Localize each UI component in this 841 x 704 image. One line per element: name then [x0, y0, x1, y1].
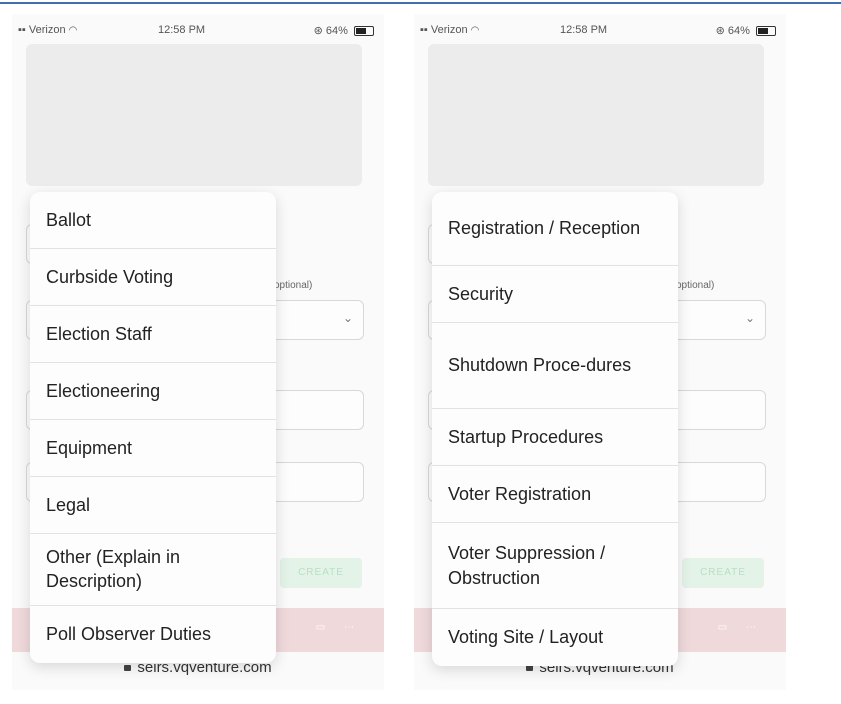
picker-item-electioneering[interactable]: Electioneering — [30, 363, 276, 420]
carrier-name: Verizon — [430, 24, 468, 36]
carrier-name: Verizon — [28, 24, 66, 36]
image-placeholder — [428, 44, 764, 186]
battery-percent: 64% — [727, 25, 750, 37]
toolbar-icons: ▭ ⋯ — [717, 622, 764, 633]
signal-icon: ▪▪ — [420, 24, 428, 36]
picker-item-voting-site-layout[interactable]: Voting Site / Layout — [432, 609, 678, 666]
top-divider — [0, 2, 841, 4]
toolbar-icons: ▭ ⋯ — [315, 622, 362, 633]
wifi-icon: ◠ — [470, 25, 480, 36]
chevron-down-icon: ⌄ — [342, 311, 353, 325]
lock-icon — [124, 665, 132, 672]
status-time: 12:58 PM — [158, 24, 206, 36]
picker-item-shutdown-procedures[interactable]: Shutdown Proce-dures — [432, 323, 678, 409]
field-hint: optional) — [676, 280, 715, 291]
status-bar: ▪▪ Verizon ◠ 12:58 PM ⊛ 64% — [414, 14, 786, 44]
picker-item-voter-registration[interactable]: Voter Registration — [432, 466, 678, 523]
chevron-down-icon: ⌄ — [744, 311, 755, 325]
create-button[interactable]: CREATE — [682, 558, 764, 588]
picker-item-security[interactable]: Security — [432, 266, 678, 323]
battery-icon — [354, 26, 374, 37]
phone-screenshot-left: ▪▪ Verizon ◠ 12:58 PM ⊛ 64% optional) ⌄ … — [12, 14, 384, 690]
battery-percent: 64% — [325, 25, 348, 37]
image-placeholder — [26, 44, 362, 186]
battery-icon — [756, 26, 776, 37]
status-bar: ▪▪ Verizon ◠ 12:58 PM ⊛ 64% — [12, 14, 384, 44]
picker-item-election-staff[interactable]: Election Staff — [30, 306, 276, 363]
status-time: 12:58 PM — [560, 24, 608, 36]
category-picker-menu: Registration / Reception Security Shutdo… — [432, 192, 678, 666]
picker-item-ballot[interactable]: Ballot — [30, 192, 276, 249]
picker-item-voter-suppression[interactable]: Voter Suppression / Obstruction — [432, 523, 678, 609]
wifi-icon: ◠ — [68, 25, 78, 36]
picker-item-equipment[interactable]: Equipment — [30, 420, 276, 477]
picker-item-poll-observer-duties[interactable]: Poll Observer Duties — [30, 606, 276, 663]
create-button[interactable]: CREATE — [280, 558, 362, 588]
picker-item-other[interactable]: Other (Explain in Description) — [30, 534, 276, 606]
picker-item-registration-reception[interactable]: Registration / Reception — [432, 192, 678, 266]
alarm-icon: ⊛ — [313, 25, 323, 37]
alarm-icon: ⊛ — [715, 25, 725, 37]
field-hint: optional) — [274, 280, 313, 291]
signal-icon: ▪▪ — [18, 24, 26, 36]
category-picker-menu: Ballot Curbside Voting Election Staff El… — [30, 192, 276, 663]
picker-item-curbside-voting[interactable]: Curbside Voting — [30, 249, 276, 306]
picker-item-legal[interactable]: Legal — [30, 477, 276, 534]
picker-item-startup-procedures[interactable]: Startup Procedures — [432, 409, 678, 466]
phone-screenshot-right: ▪▪ Verizon ◠ 12:58 PM ⊛ 64% optional) ⌄ … — [414, 14, 786, 690]
